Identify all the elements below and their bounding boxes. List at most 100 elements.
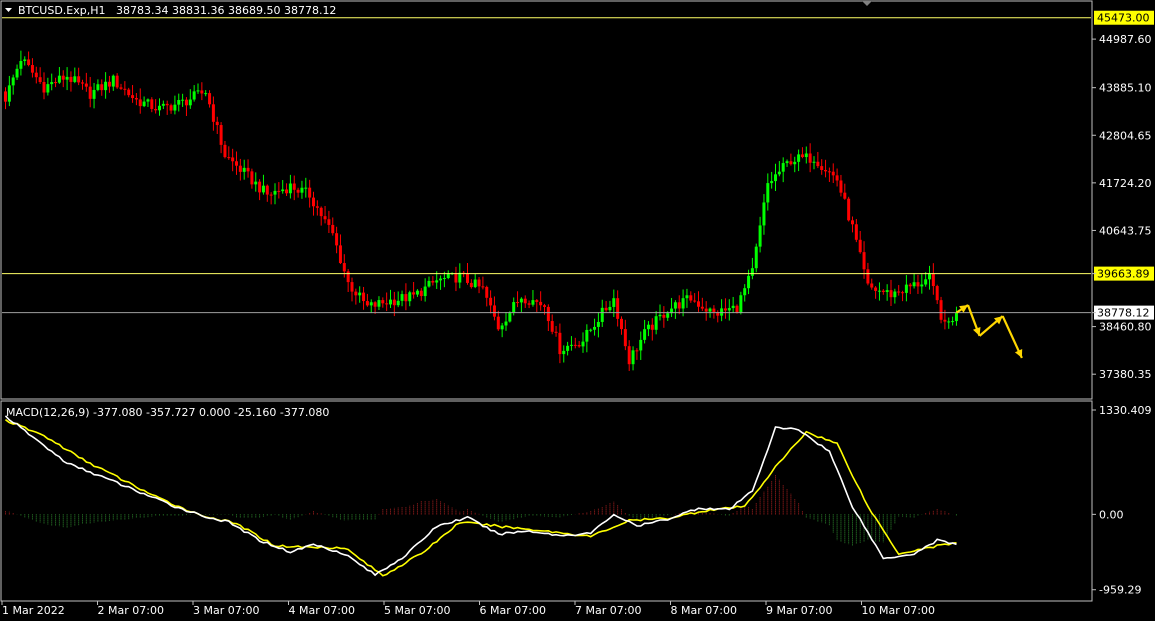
macd-tick-label: -959.29 bbox=[1099, 584, 1141, 597]
candle-body bbox=[758, 225, 762, 247]
time-tick-label: 8 Mar 07:00 bbox=[671, 604, 737, 617]
current-price-label: 38778.12 bbox=[1097, 307, 1150, 320]
candle-body bbox=[604, 307, 608, 311]
candle-body bbox=[889, 290, 893, 298]
candle-body bbox=[181, 99, 185, 101]
candle-body bbox=[73, 76, 77, 82]
candle-body bbox=[581, 341, 585, 347]
candle-body bbox=[781, 163, 785, 172]
chart-background bbox=[0, 0, 1155, 618]
candle-body bbox=[824, 169, 828, 172]
ohlc-values: 38783.34 38831.36 38689.50 38778.12 bbox=[116, 4, 336, 17]
candle-body bbox=[546, 306, 550, 322]
candle-body bbox=[485, 286, 489, 298]
candle-body bbox=[61, 75, 65, 80]
candle-body bbox=[685, 295, 689, 299]
candle-body bbox=[261, 185, 265, 193]
candle-body bbox=[131, 95, 135, 99]
price-tick-label: 37380.35 bbox=[1099, 368, 1152, 381]
candle-body bbox=[435, 280, 439, 283]
candle-body bbox=[161, 103, 165, 106]
candle-body bbox=[666, 313, 670, 318]
candle-body bbox=[346, 271, 350, 283]
candle-body bbox=[623, 329, 627, 347]
candle-body bbox=[412, 292, 416, 295]
candle-body bbox=[477, 279, 481, 287]
candle-body bbox=[389, 299, 392, 305]
candle-body bbox=[650, 324, 654, 330]
candle-body bbox=[908, 284, 912, 287]
candle-body bbox=[466, 274, 469, 283]
candle-body bbox=[204, 93, 208, 95]
candle-body bbox=[150, 99, 154, 109]
candle-body bbox=[851, 220, 854, 225]
level-price-label: 45473.00 bbox=[1097, 12, 1150, 25]
candle-body bbox=[111, 75, 115, 87]
candle-body bbox=[577, 345, 581, 347]
trading-chart[interactable]: 45473.00 39663.89 38778.12 44987.60 43885.1… bbox=[0, 0, 1155, 618]
candle-body bbox=[754, 246, 758, 269]
candle-body bbox=[115, 75, 119, 88]
candle-body bbox=[400, 294, 404, 301]
candle-body bbox=[34, 72, 38, 78]
candle-body bbox=[273, 190, 277, 195]
candle-body bbox=[866, 269, 870, 284]
candle-body bbox=[223, 144, 227, 158]
candle-body bbox=[215, 121, 219, 126]
candle-body bbox=[885, 290, 889, 293]
candle-body bbox=[7, 85, 11, 102]
time-tick-label: 9 Mar 07:00 bbox=[766, 604, 832, 617]
candle-body bbox=[250, 171, 254, 185]
candle-body bbox=[81, 82, 84, 84]
price-tick-label: 40643.75 bbox=[1099, 224, 1152, 237]
candle-body bbox=[177, 99, 181, 105]
candle-body bbox=[308, 187, 312, 198]
candle-body bbox=[219, 125, 223, 145]
candle-body bbox=[596, 321, 600, 327]
candle-body bbox=[392, 299, 396, 306]
candle-body bbox=[654, 316, 658, 330]
candle-body bbox=[500, 325, 504, 330]
candle-body bbox=[415, 290, 419, 295]
candle-body bbox=[404, 294, 408, 302]
time-tick-label: 1 Mar 2022 bbox=[2, 604, 65, 617]
candle-body bbox=[924, 279, 928, 285]
candle-body bbox=[184, 99, 188, 106]
candle-body bbox=[881, 290, 885, 293]
candle-body bbox=[496, 316, 500, 330]
candle-body bbox=[469, 282, 473, 288]
symbol-label: BTCUSD.Exp,H1 bbox=[18, 4, 106, 17]
candle-body bbox=[774, 174, 777, 182]
time-tick-label: 2 Mar 07:00 bbox=[98, 604, 164, 617]
candle-body bbox=[231, 157, 235, 162]
candle-body bbox=[743, 288, 747, 296]
candle-body bbox=[4, 91, 7, 102]
candle-body bbox=[19, 60, 23, 69]
candle-body bbox=[808, 153, 812, 163]
candle bbox=[754, 243, 758, 273]
candle-body bbox=[827, 171, 831, 173]
candle-body bbox=[593, 326, 597, 330]
candle-body bbox=[700, 306, 704, 309]
candle-body bbox=[708, 308, 712, 312]
candle-body bbox=[893, 291, 897, 298]
candle-body bbox=[77, 76, 81, 83]
candle-body bbox=[88, 86, 92, 99]
candle-body bbox=[747, 275, 751, 289]
candle-body bbox=[612, 298, 616, 307]
candle-body bbox=[373, 302, 377, 307]
candle-body bbox=[566, 345, 570, 351]
macd-tick-label: 0.00 bbox=[1099, 508, 1124, 521]
candle-body bbox=[854, 224, 858, 240]
candle-body bbox=[377, 300, 381, 307]
candle-body bbox=[727, 308, 731, 311]
candle-body bbox=[23, 59, 27, 61]
time-tick-label: 10 Mar 07:00 bbox=[862, 604, 935, 617]
candle-body bbox=[192, 91, 196, 100]
candle-body bbox=[712, 308, 716, 313]
candle-body bbox=[797, 154, 801, 162]
candle-body bbox=[327, 219, 331, 225]
candle-body bbox=[100, 84, 104, 91]
candle-body bbox=[423, 286, 427, 297]
candle-body bbox=[42, 81, 46, 93]
